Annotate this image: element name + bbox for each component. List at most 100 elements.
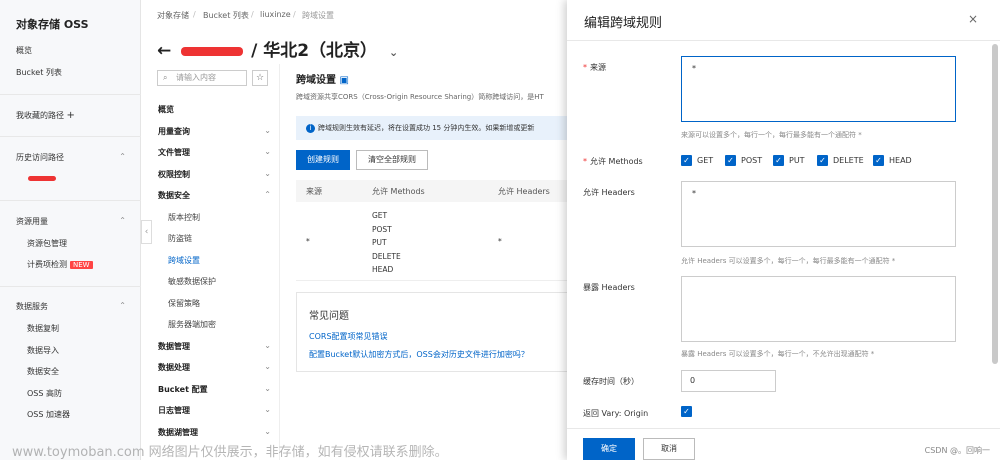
method-checkbox-delete[interactable]: ✓ DELETE	[817, 155, 864, 166]
vary-origin-checkbox[interactable]: ✓	[681, 406, 692, 417]
nav-history[interactable]: 历史访问路径	[16, 152, 64, 163]
chevron-down-icon[interactable]: ⌄	[264, 405, 271, 414]
chevron-down-icon[interactable]: ⌄	[264, 341, 271, 350]
breadcrumb-separator: /	[251, 10, 254, 19]
subnav-item[interactable]: 数据安全	[158, 190, 190, 201]
faq-link[interactable]: CORS配置项常见错误	[309, 331, 388, 342]
nav-item-overview[interactable]: 概览	[16, 45, 32, 56]
chevron-up-icon[interactable]: ⌃	[264, 190, 271, 199]
method-checkbox-post[interactable]: ✓ POST	[725, 155, 762, 166]
faq-link[interactable]: 配置Bucket默认加密方式后，OSS会对历史文件进行加密吗？	[309, 349, 529, 360]
expose-headers-textarea[interactable]	[681, 276, 956, 342]
breadcrumb-item[interactable]: Bucket 列表	[203, 10, 249, 21]
nav-item-oss-ddos[interactable]: OSS 高防	[27, 388, 62, 399]
subnav-item[interactable]: 数据处理	[158, 362, 190, 373]
region-label: / 华北2（北京）	[251, 41, 378, 61]
table-cell-method: DELETE	[372, 252, 401, 261]
subnav-item[interactable]: 数据湖管理	[158, 427, 198, 438]
allow-headers-hint: 允许 Headers 可以设置多个，每行一个，每行最多能有一个通配符 *	[681, 257, 896, 265]
subnav-item[interactable]: 服务器端加密	[168, 319, 216, 330]
subnav-item[interactable]: 文件管理	[158, 147, 190, 158]
doc-icon[interactable]: ▣	[339, 75, 348, 86]
chevron-down-icon[interactable]: ⌄	[264, 147, 271, 156]
chevron-up-icon[interactable]: ⌃	[119, 152, 126, 161]
subnav-item[interactable]: 敏感数据保护	[168, 276, 216, 287]
breadcrumb-separator: /	[193, 10, 196, 19]
page-title: ← / 华北2（北京） ⌄	[157, 36, 398, 61]
chevron-down-icon[interactable]: ⌄	[264, 126, 271, 135]
divider	[0, 94, 141, 95]
allow-headers-textarea[interactable]: *	[681, 181, 956, 247]
divider	[0, 136, 141, 137]
nav-item-resource-package[interactable]: 资源包管理	[27, 238, 67, 249]
cancel-button[interactable]: 取消	[643, 438, 695, 460]
star-icon[interactable]: ☆	[252, 70, 268, 86]
allow-headers-label: 允许 Headers	[583, 188, 635, 197]
subnav-item[interactable]: 概览	[158, 104, 174, 115]
faq-panel: 常见问题 CORS配置项常见错误 配置Bucket默认加密方式后，OSS会对历史…	[296, 292, 568, 372]
origin-label: * 来源	[583, 62, 606, 73]
chevron-up-icon[interactable]: ⌃	[119, 301, 126, 310]
subnav-item[interactable]: 保留策略	[168, 298, 200, 309]
nav-favorites[interactable]: 我收藏的路径 +	[16, 110, 75, 121]
redacted-history-item[interactable]	[28, 176, 56, 181]
chevron-down-icon[interactable]: ⌄	[264, 362, 271, 371]
chevron-down-icon[interactable]: ⌄	[264, 169, 271, 178]
clear-rules-button[interactable]: 清空全部规则	[356, 150, 428, 170]
nav-item-oss-accelerator[interactable]: OSS 加速器	[27, 409, 70, 420]
subnav-item[interactable]: 权限控制	[158, 169, 190, 180]
divider	[567, 40, 1000, 41]
close-icon[interactable]: ×	[968, 12, 978, 26]
nav-data-service[interactable]: 数据服务	[16, 301, 48, 312]
method-checkbox-get[interactable]: ✓ GET	[681, 155, 713, 166]
nav-item-data-import[interactable]: 数据导入	[27, 345, 59, 356]
column-header: 允许 Methods	[372, 187, 425, 196]
breadcrumb-current: 跨域设置	[302, 11, 334, 20]
subnav-item[interactable]: 用量查询	[158, 126, 190, 137]
breadcrumb-item[interactable]: liuxinze	[260, 10, 291, 19]
nav-item-data-replication[interactable]: 数据复制	[27, 323, 59, 334]
checkbox-checked-icon[interactable]: ✓	[817, 155, 828, 166]
checkbox-checked-icon[interactable]: ✓	[873, 155, 884, 166]
table-header: 来源 允许 Methods 允许 Headers	[296, 180, 568, 202]
subnav-item[interactable]: 防盗链	[168, 233, 192, 244]
info-banner: i 跨域规则生效有延迟，将在设置成功 15 分钟内生效。如果新增或更新	[296, 116, 568, 140]
edit-cors-rule-drawer: 编辑跨域规则 × * 来源 * 来源可以设置多个，每行一个，每行最多能有一个通配符…	[567, 0, 1000, 460]
subnav-item[interactable]: Bucket 配置	[158, 384, 208, 395]
checkbox-checked-icon[interactable]: ✓	[773, 155, 784, 166]
scrollbar[interactable]	[992, 44, 998, 364]
subnav-item[interactable]: 日志管理	[158, 405, 190, 416]
breadcrumb-item[interactable]: 对象存储	[157, 10, 189, 21]
confirm-button[interactable]: 确定	[583, 438, 635, 460]
cache-time-label: 缓存时间（秒）	[583, 377, 639, 386]
chevron-down-icon[interactable]: ⌄	[264, 384, 271, 393]
method-checkbox-head[interactable]: ✓ HEAD	[873, 155, 912, 166]
subnav-item[interactable]: 跨域设置	[168, 255, 200, 266]
nav-resource-usage[interactable]: 资源用量	[16, 216, 48, 227]
search-input[interactable]: ⌕ 请输入内容	[157, 70, 247, 86]
chevron-down-icon[interactable]: ⌄	[264, 427, 271, 436]
cache-time-input[interactable]: 0	[681, 370, 776, 392]
add-icon[interactable]: +	[67, 110, 75, 121]
methods-label: * 允许 Methods	[583, 156, 643, 167]
subnav-item[interactable]: 数据管理	[158, 341, 190, 352]
origin-hint: 来源可以设置多个，每行一个，每行最多能有一个通配符 *	[681, 131, 862, 139]
table-divider	[296, 280, 568, 281]
nav-item-data-security[interactable]: 数据安全	[27, 366, 59, 377]
subnav-item[interactable]: 版本控制	[168, 212, 200, 223]
table-cell-method: GET	[372, 211, 388, 220]
checkbox-checked-icon[interactable]: ✓	[681, 155, 692, 166]
methods-label-text: 允许 Methods	[590, 157, 643, 166]
checkbox-checked-icon[interactable]: ✓	[725, 155, 736, 166]
column-header: 来源	[306, 187, 322, 196]
required-mark: *	[583, 157, 587, 166]
chevron-down-icon[interactable]: ⌄	[389, 46, 398, 59]
chevron-up-icon[interactable]: ⌃	[119, 216, 126, 225]
nav-item-billing-check[interactable]: 计费项检测 NEW	[27, 259, 93, 270]
create-rule-button[interactable]: 创建规则	[296, 150, 350, 170]
origin-textarea[interactable]: *	[681, 56, 956, 122]
back-arrow-icon[interactable]: ←	[157, 41, 171, 61]
method-label: GET	[697, 156, 714, 165]
method-checkbox-put[interactable]: ✓ PUT	[773, 155, 805, 166]
nav-item-bucket-list[interactable]: Bucket 列表	[16, 67, 62, 78]
